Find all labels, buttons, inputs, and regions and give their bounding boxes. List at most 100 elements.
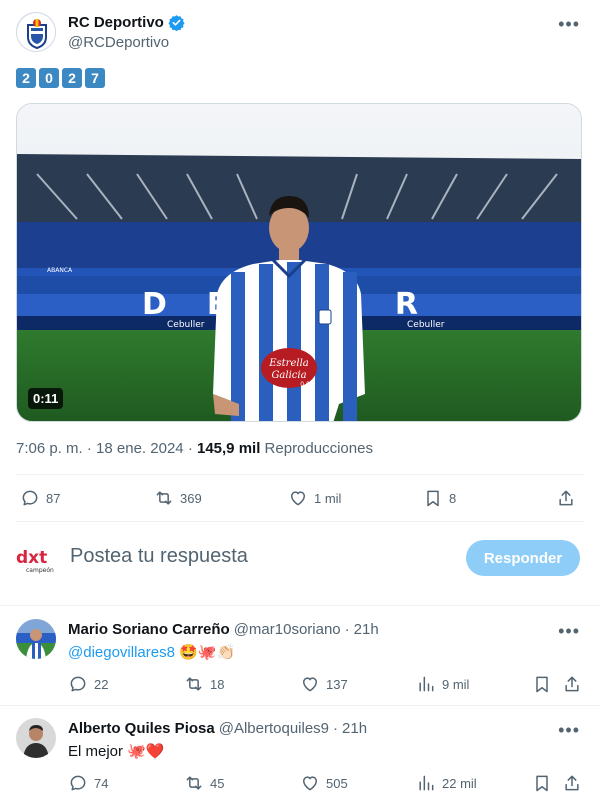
heart-icon [303, 776, 317, 791]
author-handle[interactable]: @RCDeportivo [68, 34, 169, 51]
keycap-digit: 7 [85, 68, 105, 88]
retweet-action[interactable]: 45 [184, 773, 224, 793]
reply-time[interactable]: 21h [354, 621, 379, 638]
divider [0, 705, 600, 706]
share-action[interactable] [562, 773, 582, 793]
tweet-date[interactable]: 18 ene. 2024 [96, 440, 184, 457]
share-icon [565, 676, 579, 692]
like-count: 505 [326, 775, 348, 791]
meta-separator: · [333, 720, 339, 737]
keycap-digit: 0 [39, 68, 59, 88]
keycap-digit: 2 [62, 68, 82, 88]
reply-avatar[interactable] [16, 619, 56, 659]
like-action[interactable]: 137 [300, 674, 348, 694]
reply-author-handle[interactable]: @Albertoquiles9 [219, 720, 329, 737]
stand-board-text: ABANCA [47, 267, 73, 274]
reply-author-handle[interactable]: @mar10soriano [234, 621, 341, 638]
divider [16, 521, 584, 522]
views-label: Reproducciones [264, 440, 373, 457]
reply-header: Alberto Quiles Piosa @Albertoquiles9 · 2… [68, 720, 367, 737]
views-count: 9 mil [442, 676, 470, 692]
divider [0, 605, 600, 606]
analytics-icon [419, 775, 434, 791]
video-player[interactable]: DEPOR Cebuller Cebuller ABANCA Estrella … [16, 103, 582, 422]
share-icon [565, 775, 579, 791]
reply-action[interactable]: 74 [68, 773, 108, 793]
reply-emoji: 🐙❤️ [127, 743, 165, 760]
reply-author-name[interactable]: Alberto Quiles Piosa [68, 720, 215, 737]
reply-time[interactable]: 21h [342, 720, 367, 737]
share-icon [559, 490, 573, 506]
reply-mention[interactable]: @diegovillares8 [68, 644, 175, 661]
like-count: 137 [326, 676, 348, 692]
reply-author-name[interactable]: Mario Soriano Carreño [68, 621, 230, 638]
reply-more-icon[interactable]: ••• [558, 720, 580, 741]
reply-more-icon[interactable]: ••• [558, 621, 580, 642]
author-name[interactable]: RC Deportivo [68, 14, 164, 31]
reply-body: El mejor [68, 743, 124, 760]
retweet-count: 369 [180, 490, 202, 506]
meta-separator: · [86, 440, 97, 457]
sponsor-text-sub: 0,0 [300, 381, 310, 388]
views-action[interactable]: 9 mil [416, 674, 469, 694]
retweet-action[interactable]: 18 [184, 674, 224, 694]
user-avatar-logo[interactable]: dxt campeón [16, 545, 56, 575]
verified-badge-icon [168, 15, 185, 31]
sponsor-text-top: Estrella [268, 358, 309, 369]
tweet-time[interactable]: 7:06 p. m. [16, 440, 83, 457]
share-action[interactable] [562, 674, 582, 694]
views-count: 22 mil [442, 775, 477, 791]
reply-text: El mejor 🐙❤️ [68, 742, 165, 760]
reply-count: 74 [94, 775, 109, 791]
reply-count: 22 [94, 676, 109, 692]
logo-text: dxt [16, 548, 47, 568]
reply-icon [22, 490, 38, 506]
views-action[interactable]: 22 mil [416, 773, 477, 793]
like-action[interactable]: 1 mil [288, 488, 341, 508]
bookmark-icon [536, 676, 548, 693]
bookmark-count: 8 [449, 490, 457, 506]
reply-emoji: 🤩🐙👏🏻 [179, 644, 236, 661]
reply-count: 87 [46, 490, 61, 506]
ad-board-text: Cebuller [167, 320, 205, 330]
video-duration: 0:11 [28, 388, 64, 409]
reply-input[interactable]: Postea tu respuesta [70, 545, 248, 568]
like-count: 1 mil [314, 490, 342, 506]
ad-board-text-2: Cebuller [407, 320, 445, 330]
reply-action[interactable]: 22 [68, 674, 108, 694]
heart-icon [303, 677, 317, 692]
share-action[interactable] [556, 488, 576, 508]
more-options-icon[interactable]: ••• [558, 14, 580, 35]
retweet-icon [156, 491, 172, 505]
retweet-count: 45 [210, 775, 225, 791]
reply-icon [70, 676, 86, 692]
views-count: 145,9 mil [196, 440, 261, 457]
retweet-icon [186, 677, 202, 691]
logo-subtext: campeón [26, 567, 54, 574]
retweet-action[interactable]: 369 [154, 488, 202, 508]
analytics-icon [419, 676, 434, 692]
tweet-text: 2 0 2 7 [16, 68, 105, 88]
reply-header: Mario Soriano Carreño @mar10soriano · 21… [68, 621, 379, 638]
bookmark-action[interactable]: 8 [423, 488, 456, 508]
bookmark-action[interactable] [532, 674, 552, 694]
bookmark-action[interactable] [532, 773, 552, 793]
retweet-icon [186, 776, 202, 790]
keycap-digit: 2 [16, 68, 36, 88]
like-action[interactable]: 505 [300, 773, 348, 793]
author-avatar[interactable] [16, 12, 56, 52]
bookmark-icon [536, 775, 548, 792]
heart-icon [291, 491, 305, 506]
reply-submit-button[interactable]: Responder [466, 540, 580, 576]
sponsor-text-bottom: Galicia [271, 370, 306, 381]
bookmark-icon [427, 490, 439, 507]
reply-action[interactable]: 87 [20, 488, 60, 508]
author-name-row[interactable]: RC Deportivo [68, 14, 185, 31]
tweet-meta: 7:06 p. m. · 18 ene. 2024 · 145,9 mil Re… [16, 440, 373, 457]
reply-text: @diegovillares8 🤩🐙👏🏻 [68, 643, 235, 661]
reply-icon [70, 775, 86, 791]
reply-avatar[interactable] [16, 718, 56, 758]
retweet-count: 18 [210, 676, 225, 692]
divider [16, 474, 584, 475]
meta-separator: · [344, 621, 350, 638]
